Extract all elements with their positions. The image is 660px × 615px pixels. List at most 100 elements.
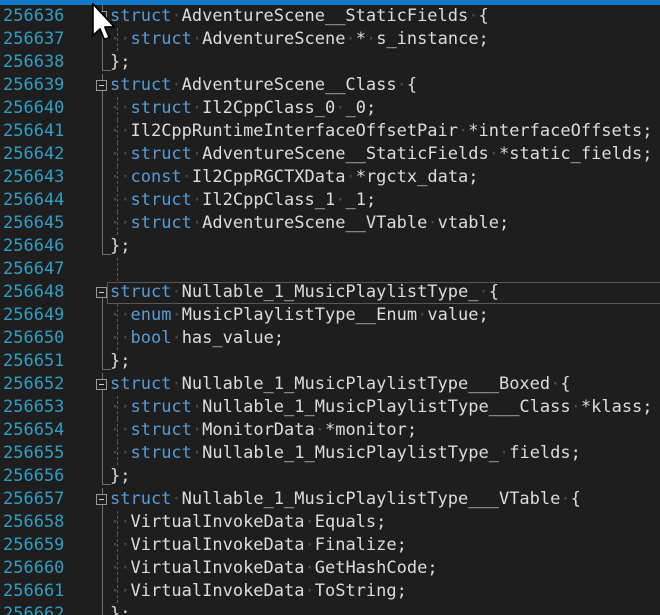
editor-row: 256656};: [0, 465, 660, 488]
line-number[interactable]: 256648: [0, 281, 95, 304]
indent-whitespace-dots: ··: [110, 443, 130, 463]
code-line-content[interactable]: ··struct·Il2CppClass_1·_1;: [110, 189, 660, 212]
code-line-content[interactable]: ··struct·Il2CppClass_0·_0;: [110, 97, 660, 120]
line-number[interactable]: 256643: [0, 166, 95, 189]
line-number[interactable]: 256654: [0, 419, 95, 442]
line-number[interactable]: 256650: [0, 327, 95, 350]
code-line-content[interactable]: ··struct·Nullable_1_MusicPlaylistType_·f…: [110, 442, 660, 465]
fold-bracket-line: [102, 166, 103, 189]
code-line-content[interactable]: ··struct·Nullable_1_MusicPlaylistType___…: [110, 396, 660, 419]
fold-bracket-line: [102, 212, 103, 235]
code-token: Nullable_1_MusicPlaylistType_: [202, 443, 499, 463]
code-line-content[interactable]: ··VirtualInvokeData·Finalize;: [110, 534, 660, 557]
line-number[interactable]: 256658: [0, 511, 95, 534]
line-number[interactable]: 256638: [0, 51, 95, 74]
line-number[interactable]: 256649: [0, 304, 95, 327]
line-number[interactable]: 256660: [0, 557, 95, 580]
code-token: _1;: [345, 190, 376, 210]
line-number[interactable]: 256642: [0, 143, 95, 166]
indent-guide: [117, 166, 118, 189]
line-number[interactable]: 256659: [0, 534, 95, 557]
indent-whitespace-dots: ··: [110, 213, 130, 233]
line-number[interactable]: 256639: [0, 74, 95, 97]
code-token: VirtualInvokeData: [130, 558, 304, 578]
code-line-content[interactable]: struct·Nullable_1_MusicPlaylistType___Bo…: [110, 373, 660, 396]
fold-margin: [95, 281, 110, 304]
line-number[interactable]: 256651: [0, 350, 95, 373]
line-number[interactable]: 256641: [0, 120, 95, 143]
code-token: Nullable_1_MusicPlaylistType___Class: [202, 397, 570, 417]
line-number[interactable]: 256661: [0, 580, 95, 603]
code-line-content[interactable]: ··struct·AdventureScene__StaticFields·*s…: [110, 143, 660, 166]
fold-margin: [95, 166, 110, 189]
fold-bracket-line: [102, 143, 103, 166]
editor-row: 256641 ··Il2CppRuntimeInterfaceOffsetPair…: [0, 120, 660, 143]
fold-margin: [95, 603, 110, 615]
line-number[interactable]: 256653: [0, 396, 95, 419]
editor-row: 256645 ··struct·AdventureScene__VTable·vt…: [0, 212, 660, 235]
keyword-token: const: [130, 167, 181, 187]
line-number[interactable]: 256640: [0, 97, 95, 120]
code-token: ToString;: [315, 581, 407, 601]
whitespace-dot: ·: [366, 29, 376, 49]
fold-bracket-line: [102, 534, 103, 557]
indent-guide: [117, 327, 118, 350]
line-number[interactable]: 256656: [0, 465, 95, 488]
code-line-content[interactable]: ··enum·MusicPlaylistType__Enum·value;: [110, 304, 660, 327]
fold-collapse-button[interactable]: [96, 80, 107, 91]
code-line-content[interactable]: ··bool·has_value;: [110, 327, 660, 350]
code-line-content[interactable]: struct·AdventureScene__Class·{: [110, 74, 660, 97]
fold-collapse-button[interactable]: [96, 494, 107, 505]
whitespace-dot: ·: [192, 144, 202, 164]
code-line-content[interactable]: ··VirtualInvokeData·ToString;: [110, 580, 660, 603]
indent-guide: [117, 304, 118, 327]
editor-row: 256658 ··VirtualInvokeData·Equals;: [0, 511, 660, 534]
code-line-content[interactable]: [110, 258, 660, 281]
indent-whitespace-dots: ··: [110, 121, 130, 141]
code-line-content[interactable]: ··const·Il2CppRGCTXData·*rgctx_data;: [110, 166, 660, 189]
code-line-content[interactable]: struct·Nullable_1_MusicPlaylistType_·{: [110, 281, 660, 304]
code-token: };: [110, 52, 130, 72]
code-line-content[interactable]: };: [110, 603, 660, 615]
code-line-content[interactable]: ··VirtualInvokeData·GetHashCode;: [110, 557, 660, 580]
code-line-content[interactable]: ··struct·AdventureScene·*·s_instance;: [110, 28, 660, 51]
line-number[interactable]: 256655: [0, 442, 95, 465]
code-line-content[interactable]: ··struct·AdventureScene__VTable·vtable;: [110, 212, 660, 235]
line-number[interactable]: 256636: [0, 5, 95, 28]
code-token: AdventureScene: [202, 29, 345, 49]
line-number[interactable]: 256644: [0, 189, 95, 212]
code-token: {: [479, 6, 489, 26]
fold-margin: [95, 304, 110, 327]
line-number[interactable]: 256652: [0, 373, 95, 396]
code-line-content[interactable]: ··struct·MonitorData·*monitor;: [110, 419, 660, 442]
line-number[interactable]: 256657: [0, 488, 95, 511]
fold-bracket-line: [102, 304, 103, 327]
code-line-content[interactable]: ··Il2CppRuntimeInterfaceOffsetPair·*inte…: [110, 120, 660, 143]
editor-row: 256660 ··VirtualInvokeData·GetHashCode;: [0, 557, 660, 580]
code-line-content[interactable]: };: [110, 350, 660, 373]
code-line-content[interactable]: struct·Nullable_1_MusicPlaylistType___VT…: [110, 488, 660, 511]
code-line-content[interactable]: ··VirtualInvokeData·Equals;: [110, 511, 660, 534]
editor-row: 256639 struct·AdventureScene__Class·{: [0, 74, 660, 97]
code-line-content[interactable]: };: [110, 51, 660, 74]
editor-row: 256638};: [0, 51, 660, 74]
fold-margin: [95, 396, 110, 419]
line-number[interactable]: 256645: [0, 212, 95, 235]
editor-row: 256659 ··VirtualInvokeData·Finalize;: [0, 534, 660, 557]
line-number[interactable]: 256647: [0, 258, 95, 281]
code-line-content[interactable]: struct·AdventureScene__StaticFields·{: [110, 5, 660, 28]
code-line-content[interactable]: };: [110, 235, 660, 258]
fold-collapse-button[interactable]: [96, 379, 107, 390]
fold-collapse-button[interactable]: [96, 287, 107, 298]
keyword-token: struct: [110, 374, 171, 394]
code-line-content[interactable]: };: [110, 465, 660, 488]
fold-bracket-line: [102, 580, 103, 603]
fold-margin: [95, 212, 110, 235]
code-token: *interfaceOffsets;: [468, 121, 652, 141]
whitespace-dot: ·: [397, 75, 407, 95]
code-token: AdventureScene__StaticFields: [182, 6, 469, 26]
editor-row: 256654 ··struct·MonitorData·*monitor;: [0, 419, 660, 442]
line-number[interactable]: 256662: [0, 603, 95, 615]
line-number[interactable]: 256646: [0, 235, 95, 258]
line-number[interactable]: 256637: [0, 28, 95, 51]
